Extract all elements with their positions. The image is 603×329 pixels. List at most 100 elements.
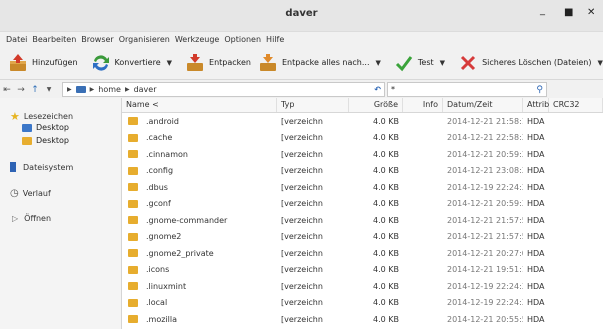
breadcrumb-daver[interactable]: daver	[134, 85, 157, 94]
file-list-header: Name < Typ Größe Info Datum/Zeit Attrib …	[122, 98, 603, 113]
add-button[interactable]: Hinzufügen	[4, 49, 81, 77]
search-icon[interactable]: ⚲	[536, 85, 543, 95]
secure-delete-button[interactable]: Sicheres Löschen (Dateien) ▼	[454, 49, 603, 77]
extract-icon	[184, 52, 206, 74]
table-row[interactable]: .cache [verzeichn 4.0 KB 2014-12-21 22:58:3…	[122, 130, 603, 147]
file-type: [verzeichn	[281, 248, 323, 258]
desktop-label: Desktop	[36, 123, 69, 132]
checkmark-icon	[393, 52, 415, 74]
column-header-size[interactable]: Größe	[349, 98, 403, 112]
table-row[interactable]: .config [verzeichn 4.0 KB 2014-12-21 23:08:…	[122, 163, 603, 180]
file-name: .local	[146, 298, 168, 308]
column-header-crc[interactable]: CRC32	[549, 98, 603, 112]
filesystem-icon	[10, 162, 16, 172]
breadcrumb-home[interactable]: home	[98, 85, 121, 94]
file-type: [verzeichn	[281, 116, 323, 126]
file-size: 4.0 KB	[373, 248, 399, 258]
file-name: .linuxmint	[146, 281, 187, 291]
file-name-cell: .config	[122, 166, 277, 175]
go-location-icon[interactable]: ↶	[374, 85, 381, 94]
folder-icon	[128, 315, 138, 324]
bookmarks-label: Lesezeichen	[23, 112, 74, 121]
table-row[interactable]: .dbus [verzeichn 4.0 KB 2014-12-19 22:24:32…	[122, 179, 603, 196]
table-row[interactable]: .gnome2 [verzeichn 4.0 KB 2014-12-21 21:57:…	[122, 229, 603, 246]
file-attrib: HDA	[527, 133, 545, 143]
minimize-button[interactable]: _	[540, 6, 545, 16]
file-list[interactable]: Name < Typ Größe Info Datum/Zeit Attrib …	[122, 98, 603, 329]
file-size: 4.0 KB	[373, 166, 399, 176]
sidebar-item-desktop[interactable]: Desktop	[22, 123, 69, 132]
extract-button[interactable]: Entpacken	[181, 49, 254, 77]
column-header-name[interactable]: Name <	[122, 98, 277, 112]
column-header-type[interactable]: Typ	[277, 98, 349, 112]
file-type: [verzeichn	[281, 133, 323, 143]
breadcrumb-expand-icon[interactable]: ▶	[67, 86, 72, 93]
sidebar-bookmarks[interactable]: ★ Lesezeichen	[10, 110, 73, 123]
file-date: 2014-12-21 21:57:56	[447, 215, 523, 225]
column-header-attrib[interactable]: Attrib	[523, 98, 549, 112]
folder-icon	[128, 216, 138, 225]
menu-tools[interactable]: Werkzeuge	[175, 35, 219, 44]
table-row[interactable]: .icons [verzeichn 4.0 KB 2014-12-21 19:51:1…	[122, 262, 603, 279]
column-header-date[interactable]: Datum/Zeit	[443, 98, 523, 112]
file-size: 4.0 KB	[373, 281, 399, 291]
convert-button[interactable]: Konvertiere ▼	[87, 49, 175, 77]
table-row[interactable]: .gnome2_private [verzeichn 4.0 KB 2014-12-2…	[122, 245, 603, 262]
secure-delete-dropdown-icon[interactable]: ▼	[597, 59, 602, 67]
breadcrumb[interactable]: ▶ ▶ home ▶ daver ↶	[62, 82, 385, 97]
window-title: daver	[285, 8, 318, 19]
extract-all-dropdown-icon[interactable]: ▼	[376, 59, 381, 67]
file-attrib: HDA	[527, 314, 545, 324]
convert-dropdown-icon[interactable]: ▼	[167, 59, 172, 67]
table-row[interactable]: .gconf [verzeichn 4.0 KB 2014-12-21 20:59:3…	[122, 196, 603, 213]
file-size: 4.0 KB	[373, 314, 399, 324]
filter-input[interactable]: * ⚲	[387, 82, 547, 97]
add-label: Hinzufügen	[32, 58, 78, 67]
table-row[interactable]: .gnome-commander [verzeichn 4.0 KB 2014-12-…	[122, 212, 603, 229]
up-arrow-button[interactable]: ↑	[28, 85, 42, 95]
file-attrib: HDA	[527, 215, 545, 225]
file-date: 2014-12-21 21:57:59	[447, 232, 523, 242]
menu-edit[interactable]: Bearbeiten	[32, 35, 76, 44]
table-row[interactable]: .local [verzeichn 4.0 KB 2014-12-19 22:24:3…	[122, 295, 603, 312]
menu-browser[interactable]: Browser	[81, 35, 113, 44]
delete-x-icon	[457, 52, 479, 74]
add-archive-icon	[7, 52, 29, 74]
extract-all-label: Entpacke alles nach...	[282, 58, 370, 67]
test-dropdown-icon[interactable]: ▼	[440, 59, 445, 67]
table-row[interactable]: .android [verzeichn 4.0 KB 2014-12-21 21:58…	[122, 113, 603, 130]
column-header-info[interactable]: Info	[403, 98, 443, 112]
sidebar-item-desktop[interactable]: Desktop	[22, 136, 69, 145]
forward-button[interactable]: →	[14, 85, 28, 95]
clock-icon: ◷	[10, 188, 19, 199]
test-button[interactable]: Test ▼	[390, 49, 448, 77]
table-row[interactable]: .mozilla [verzeichn 4.0 KB 2014-12-21 20:55…	[122, 311, 603, 328]
breadcrumb-separator-icon: ▶	[89, 86, 95, 93]
file-name: .android	[146, 116, 179, 126]
back-button[interactable]: ⇤	[0, 85, 14, 95]
sidebar-open[interactable]: ▷ Öffnen	[12, 214, 51, 223]
sidebar-filesystem[interactable]: Dateisystem	[10, 162, 73, 172]
file-size: 4.0 KB	[373, 232, 399, 242]
extract-label: Entpacken	[209, 58, 251, 67]
file-name: .config	[146, 166, 174, 176]
file-attrib: HDA	[527, 232, 545, 242]
folder-icon	[22, 136, 32, 145]
file-name: .gnome2	[146, 232, 182, 242]
history-dropdown-icon[interactable]: ▼	[42, 86, 56, 93]
file-type: [verzeichn	[281, 182, 323, 192]
file-size: 4.0 KB	[373, 116, 399, 126]
maximize-button[interactable]: ■	[564, 8, 573, 18]
file-date: 2014-12-21 21:58:11	[447, 116, 523, 126]
table-row[interactable]: .linuxmint [verzeichn 4.0 KB 2014-12-19 22:…	[122, 278, 603, 295]
menu-options[interactable]: Optionen	[224, 35, 261, 44]
menu-help[interactable]: Hilfe	[266, 35, 284, 44]
menu-file[interactable]: Datei	[6, 35, 27, 44]
file-type: [verzeichn	[281, 265, 323, 275]
sidebar-history[interactable]: ◷ Verlauf	[10, 188, 51, 199]
menu-organize[interactable]: Organisieren	[119, 35, 170, 44]
file-name: .cache	[146, 133, 173, 143]
close-button[interactable]: ✕	[587, 8, 595, 18]
extract-all-button[interactable]: Entpacke alles nach... ▼	[254, 49, 384, 77]
table-row[interactable]: .cinnamon [verzeichn 4.0 KB 2014-12-21 20:5…	[122, 146, 603, 163]
